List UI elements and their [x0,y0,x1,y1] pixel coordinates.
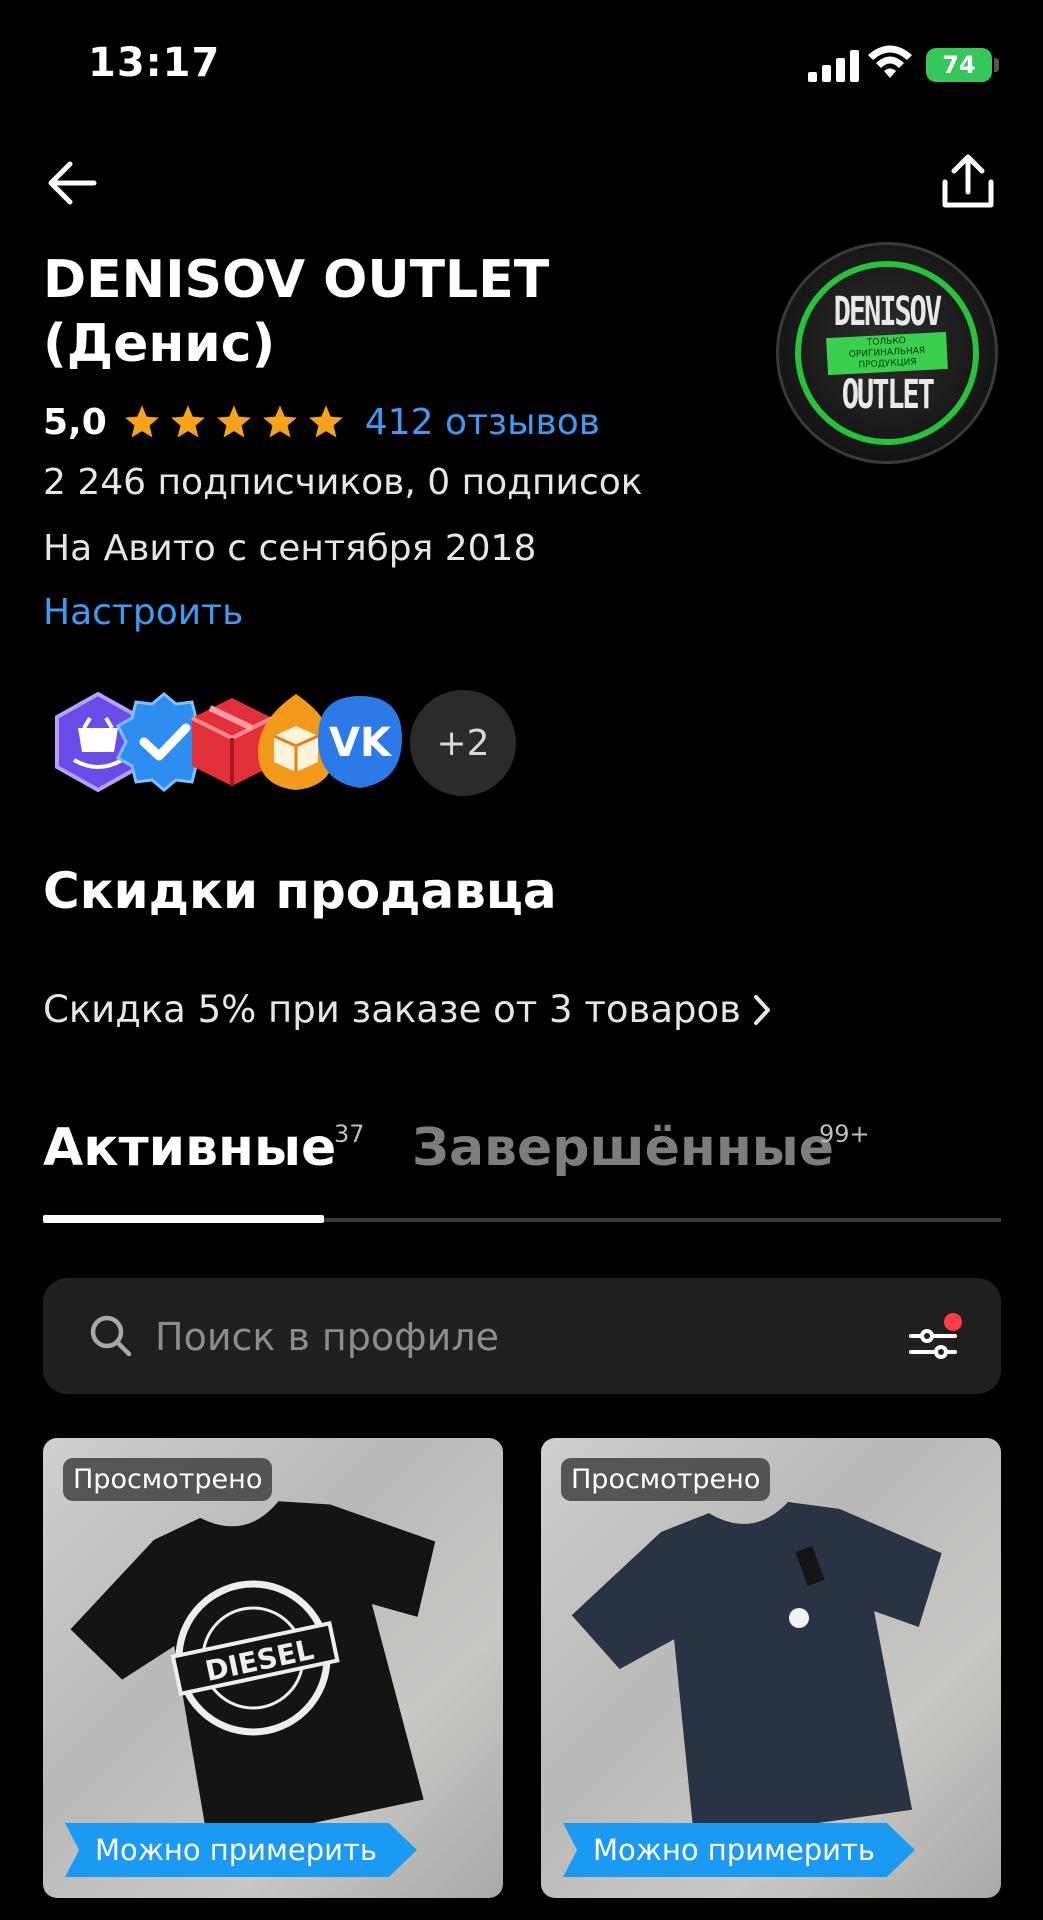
tab-active[interactable]: Активные [43,1118,336,1178]
tab-completed-count: 99+ [819,1120,870,1148]
subscribers-text: 2 246 подписчиков, 0 подписок [43,462,643,503]
discount-offer-text: Скидка 5% при заказе от 3 товаров [43,988,741,1031]
share-icon[interactable] [940,152,996,212]
tab-active-indicator [43,1215,324,1223]
star-icon [262,405,297,438]
back-arrow-icon[interactable] [44,158,100,208]
viewed-label: Просмотрено [63,1458,273,1501]
vk-badge-icon[interactable]: VK [310,690,410,794]
seller-name: DENISOV OUTLET (Денис) [43,248,743,376]
tab-active-count: 37 [334,1120,365,1148]
reviews-link[interactable]: 412 отзывов [365,402,600,443]
discount-offer-link[interactable]: Скидка 5% при заказе от 3 товаров [43,988,773,1031]
seller-discounts-title: Скидки продавца [43,862,557,920]
listing-card[interactable]: Просмотрено Можно примерить [541,1438,1001,1898]
wifi-icon [868,45,912,78]
star-icon [216,405,251,438]
star-icon [170,405,205,438]
tshirt-image: DIESEL [70,1501,436,1838]
badges-row[interactable]: VK +2 [48,690,518,800]
star-icon [124,405,159,438]
tshirt-image [571,1502,942,1838]
filter-icon[interactable] [903,1308,967,1372]
seller-avatar[interactable]: DENISOV ТОЛЬКО ОРИГИНАЛЬНАЯ ПРОДУКЦИЯ OU… [776,242,998,464]
badges-more-count[interactable]: +2 [410,690,516,796]
battery-level: 74 [942,51,976,79]
try-on-tag: Можно примерить [563,1823,915,1877]
avatar-logo-word1: DENISOV [833,288,942,335]
search-icon [90,1315,132,1357]
chevron-right-icon [753,994,770,1025]
seller-name-line2: (Денис) [43,314,276,374]
configure-link[interactable]: Настроить [43,592,243,633]
tab-completed[interactable]: Завершённые [412,1118,834,1178]
svg-text:VK: VK [329,720,393,766]
avatar-logo-tag: ТОЛЬКО ОРИГИНАЛЬНАЯ ПРОДУКЦИЯ [826,331,948,375]
status-time: 13:17 [88,40,221,86]
cellular-signal-icon [808,50,859,82]
star-icon [308,405,343,438]
profile-search-bar[interactable] [43,1278,1001,1394]
seller-name-line1: DENISOV OUTLET [43,250,550,310]
battery-indicator: 74 [926,48,992,82]
battery-tip [994,58,999,72]
member-since-text: На Авито с сентября 2018 [43,528,537,569]
listing-card[interactable]: DIESEL Просмотрено Можно примерить [43,1438,503,1898]
rating-stars [123,403,353,441]
search-input[interactable] [153,1306,857,1368]
rating-row[interactable]: 5,0 412 отзывов [43,396,600,448]
avatar-logo: DENISOV ТОЛЬКО ОРИГИНАЛЬНАЯ ПРОДУКЦИЯ OU… [795,261,979,445]
try-on-tag: Можно примерить [65,1823,417,1877]
avatar-logo-word2: OUTLET [841,371,934,418]
viewed-label: Просмотрено [561,1458,771,1501]
rating-value: 5,0 [43,401,107,443]
